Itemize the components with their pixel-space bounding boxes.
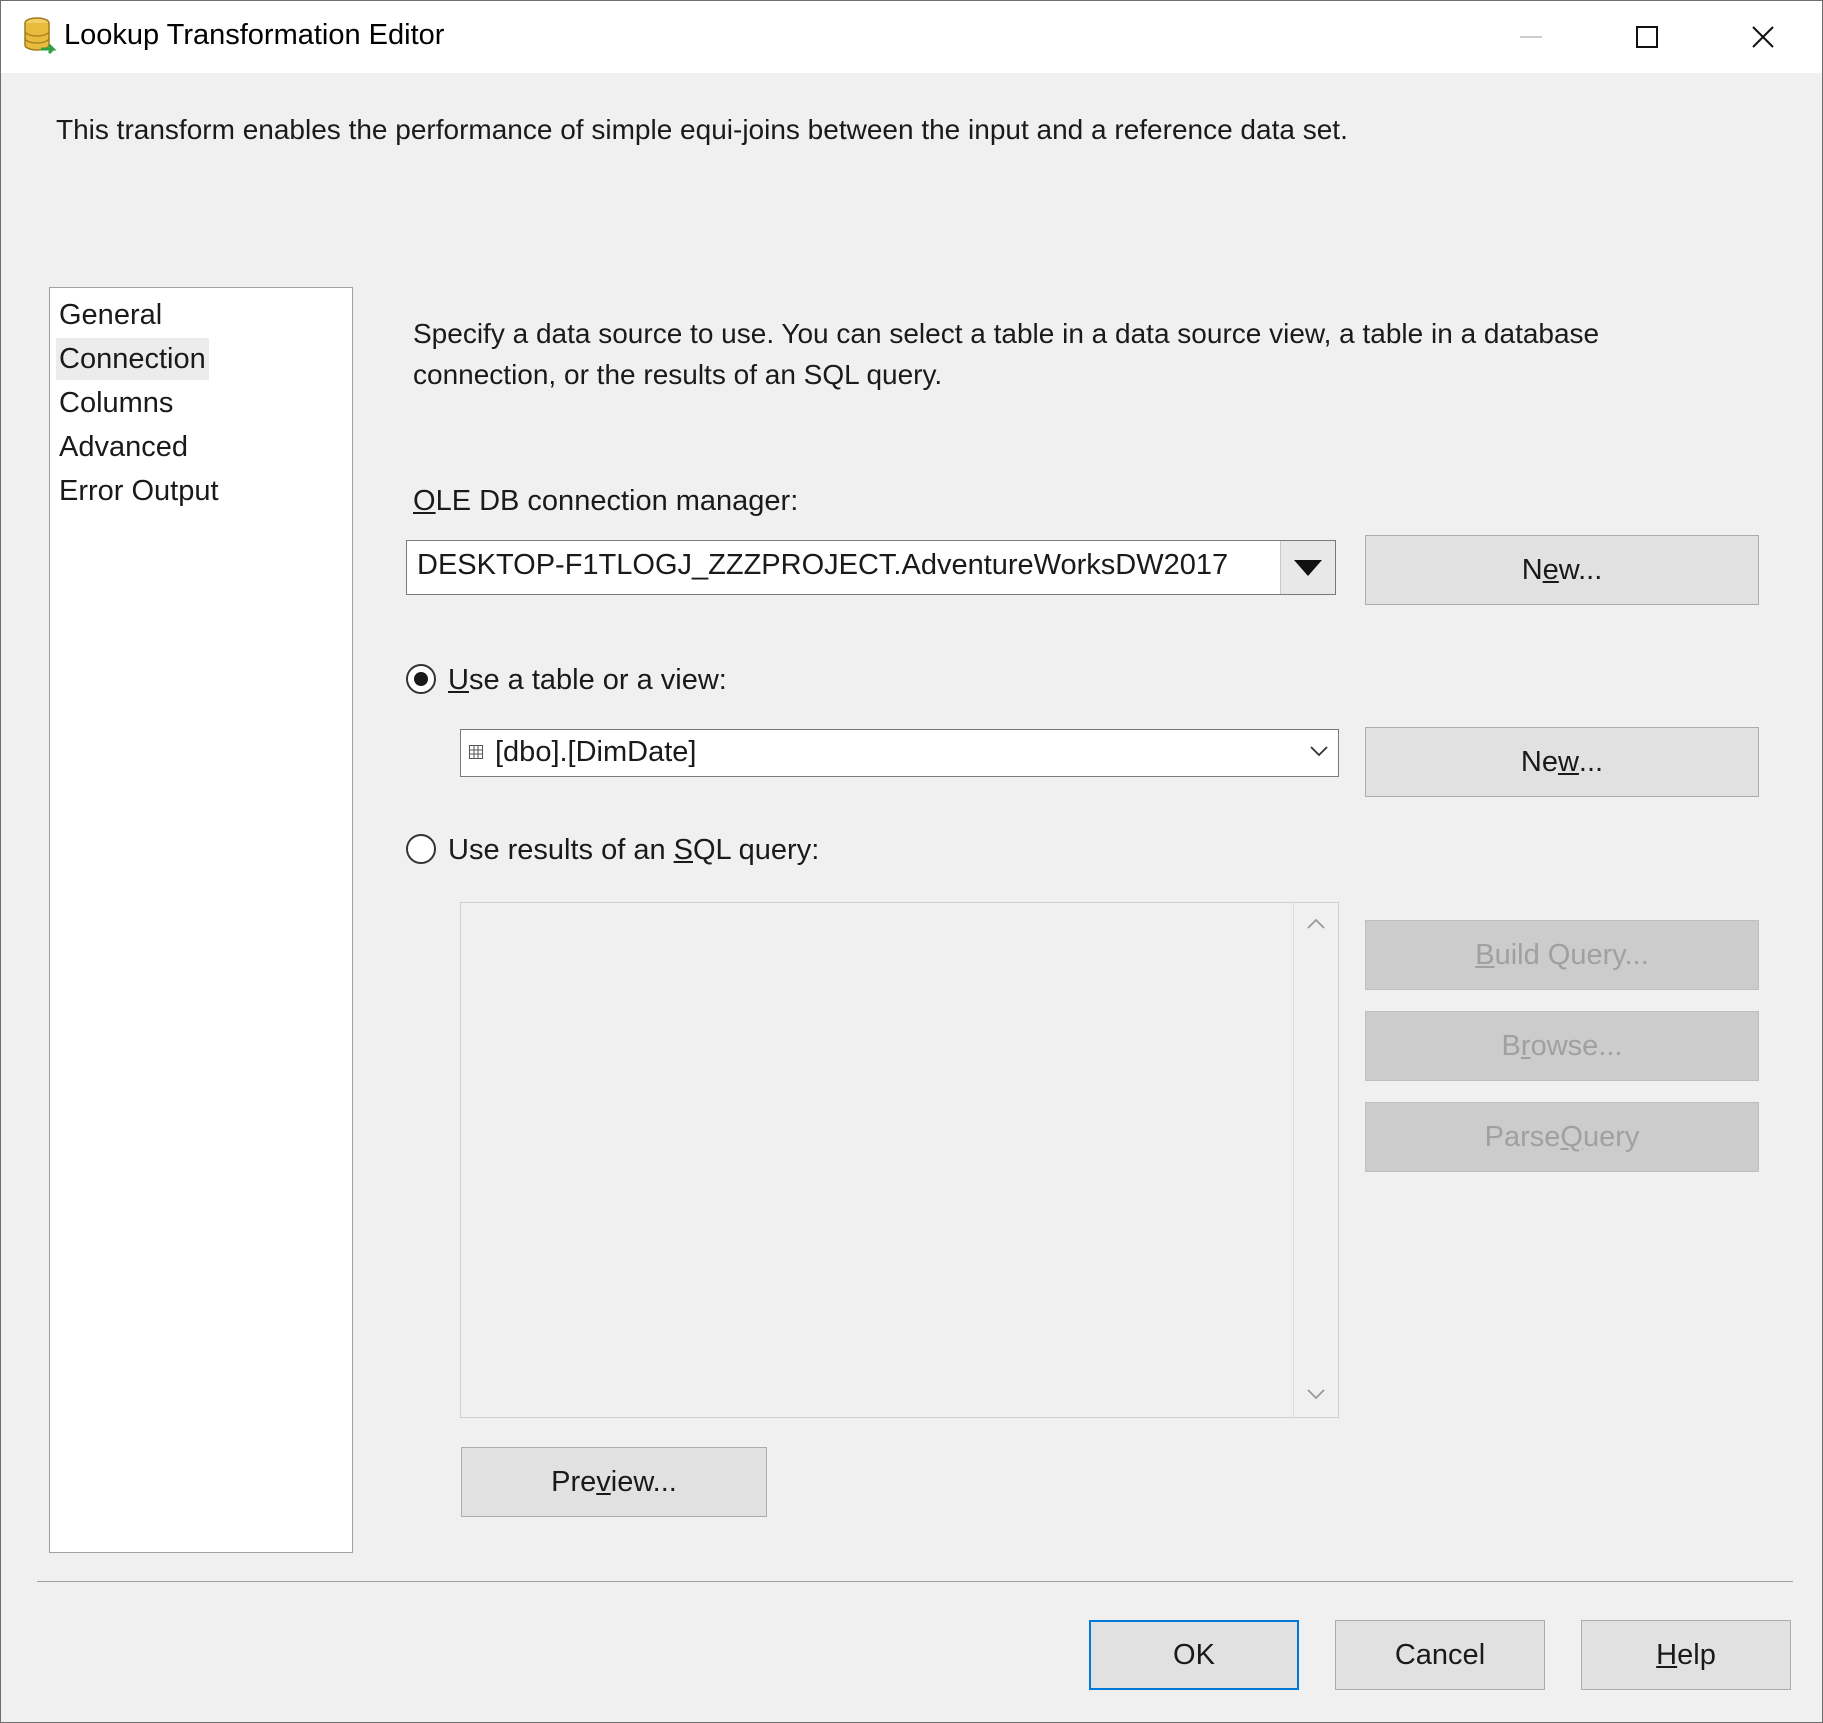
preview-button[interactable]: Pre v iew... bbox=[461, 1447, 767, 1517]
connection-intro-text: Specify a data source to use. You can se… bbox=[413, 318, 1600, 390]
maximize-icon bbox=[1636, 26, 1658, 48]
connection-manager-combo[interactable]: DESKTOP-F1TLOGJ_ZZZPROJECT.AdventureWork… bbox=[406, 540, 1336, 595]
build-query-button[interactable]: Build Query... bbox=[1365, 920, 1759, 990]
radio-selected-dot bbox=[414, 672, 428, 686]
parse-query-button[interactable]: Parse Query bbox=[1365, 1102, 1759, 1172]
nav-item-connection[interactable]: Connection bbox=[56, 338, 209, 380]
caret-down-icon bbox=[1294, 559, 1322, 576]
nav-item-columns[interactable]: Columns bbox=[56, 382, 176, 424]
dropdown-button[interactable] bbox=[1280, 541, 1335, 594]
table-select-combo[interactable]: [dbo].[DimDate] bbox=[460, 729, 1339, 777]
help-button[interactable]: Help bbox=[1581, 1620, 1791, 1690]
use-table-radio[interactable] bbox=[406, 664, 436, 694]
chevron-down-icon[interactable] bbox=[1310, 744, 1328, 762]
window-title: Lookup Transformation Editor bbox=[64, 19, 445, 51]
close-icon bbox=[1752, 26, 1774, 48]
scroll-down-icon[interactable] bbox=[1307, 1387, 1325, 1405]
nav-item-general[interactable]: General bbox=[56, 294, 165, 336]
new-connection-button[interactable]: Ne w... bbox=[1365, 535, 1759, 605]
database-lookup-icon bbox=[17, 15, 59, 57]
close-button[interactable] bbox=[1705, 1, 1821, 73]
sql-query-textarea[interactable] bbox=[460, 902, 1339, 1418]
maximize-button[interactable] bbox=[1589, 1, 1705, 73]
minimize-button[interactable] bbox=[1473, 1, 1589, 73]
scroll-up-icon[interactable] bbox=[1307, 917, 1325, 935]
ok-button[interactable]: OK bbox=[1089, 1620, 1299, 1690]
table-icon bbox=[469, 745, 483, 764]
minimize-icon bbox=[1520, 36, 1542, 38]
browse-button[interactable]: Br owse... bbox=[1365, 1011, 1759, 1081]
nav-item-error-output[interactable]: Error Output bbox=[56, 470, 222, 512]
use-table-label[interactable]: Use a table or a view: bbox=[448, 664, 727, 697]
page-nav-list: General Connection Columns Advanced Erro… bbox=[49, 287, 353, 1553]
nav-item-advanced[interactable]: Advanced bbox=[56, 426, 191, 468]
use-sql-query-label[interactable]: Use results of an SQL query: bbox=[448, 834, 819, 867]
title-bar: Lookup Transformation Editor bbox=[1, 1, 1822, 73]
use-sql-query-radio[interactable] bbox=[406, 834, 436, 864]
connection-manager-value: DESKTOP-F1TLOGJ_ZZZPROJECT.AdventureWork… bbox=[417, 549, 1229, 581]
table-select-value: [dbo].[DimDate] bbox=[495, 736, 697, 768]
dialog-description: This transform enables the performance o… bbox=[56, 114, 1348, 145]
vertical-scrollbar[interactable] bbox=[1293, 903, 1338, 1417]
dialog-window: Lookup Transformation Editor This transf… bbox=[0, 0, 1823, 1723]
new-table-button[interactable]: Ne w... bbox=[1365, 727, 1759, 797]
cancel-button[interactable]: Cancel bbox=[1335, 1620, 1545, 1690]
connection-manager-label: OLE DB connection manager: bbox=[413, 485, 799, 517]
footer-separator bbox=[37, 1581, 1793, 1582]
